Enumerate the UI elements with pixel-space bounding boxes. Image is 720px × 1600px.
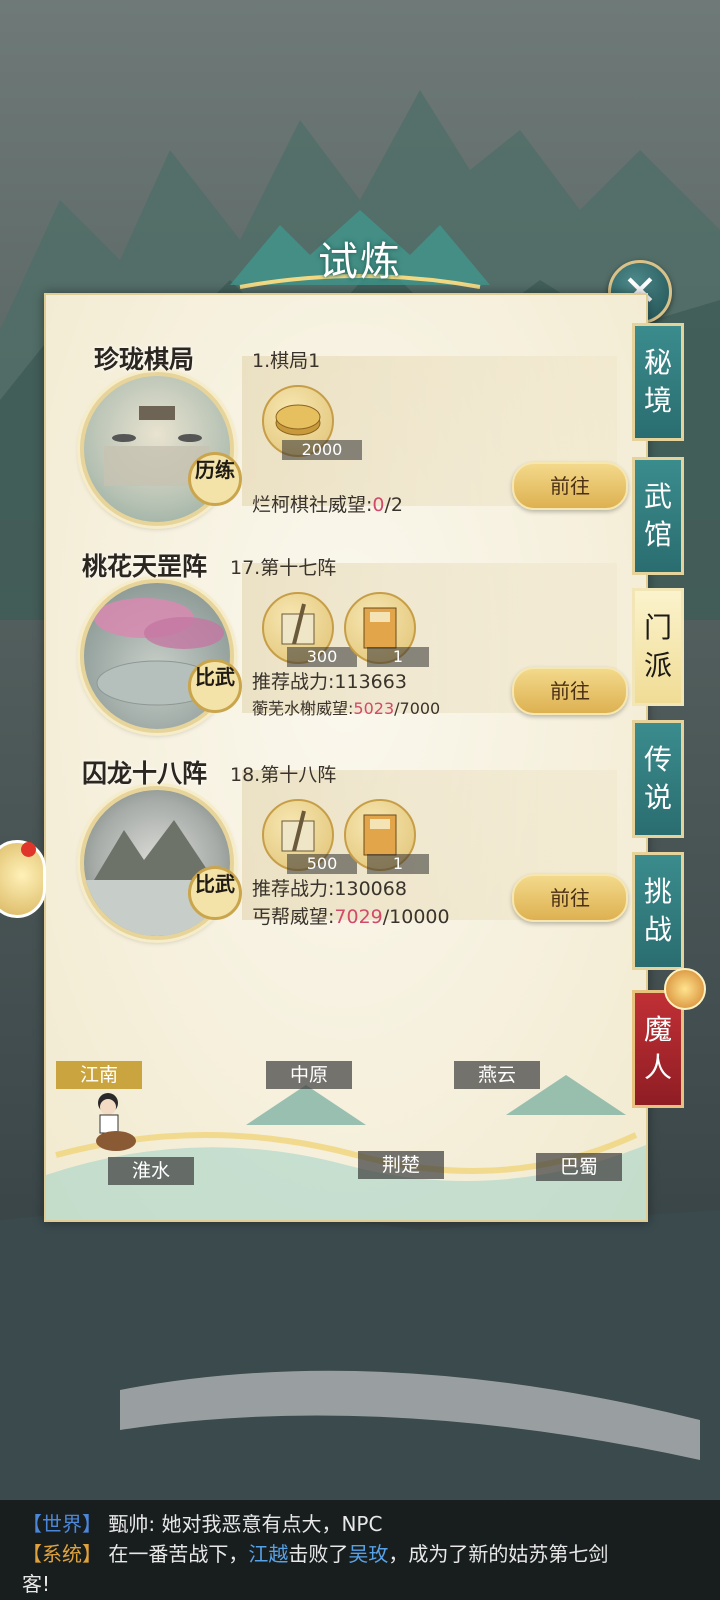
channel-tag-world: 【世界】 bbox=[22, 1512, 102, 1536]
chat-line-system: 【系统】 在一番苦战下，江越击败了吴玫，成为了新的姑苏第七剑 bbox=[22, 1538, 608, 1567]
recommended-power: 推荐战力:113663 bbox=[252, 671, 407, 693]
stage-card: 珍珑棋局 1.棋局1 历练 2000 烂柯棋社威望:0/2 前往 bbox=[72, 340, 632, 530]
trial-panel: 珍珑棋局 1.棋局1 历练 2000 烂柯棋社威望:0/2 前往 桃花天罡阵 1… bbox=[44, 293, 648, 1222]
player-avatar bbox=[96, 1093, 136, 1151]
page-title: 试炼 bbox=[318, 239, 402, 285]
reputation-current: 5023 bbox=[353, 699, 395, 718]
chat-line-continued: 客! bbox=[22, 1572, 51, 1596]
stage-card: 囚龙十八阵 18.第十八阵 比武 500 1 推荐战力:130068 丐帮威望:… bbox=[72, 754, 632, 944]
region-yanyun[interactable]: 燕云 bbox=[454, 1061, 541, 1089]
chat-bar[interactable]: 【世界】 甄帅: 她对我恶意有点大，NPC 【系统】 在一番苦战下，江越击败了吴… bbox=[0, 1500, 720, 1600]
region-jiangnan[interactable]: 江南 bbox=[56, 1061, 143, 1089]
player-name[interactable]: 吴玫 bbox=[348, 1542, 388, 1566]
region-huaishui[interactable]: 淮水 bbox=[108, 1157, 195, 1185]
reputation-total: /7000 bbox=[394, 699, 441, 718]
goto-button[interactable]: 前往 bbox=[512, 874, 628, 922]
reputation-line: 蘅芜水榭威望:5023/7000 bbox=[252, 695, 440, 719]
chat-message: 在一番苦战下， bbox=[102, 1542, 249, 1566]
seal-badge: 比武 bbox=[188, 659, 242, 713]
seal-badge: 历练 bbox=[188, 452, 242, 506]
chat-message: 甄帅: 她对我恶意有点大，NPC bbox=[102, 1512, 383, 1536]
stage-subtitle: 18.第十八阵 bbox=[230, 764, 337, 786]
chat-message: ，成为了新的姑苏第七剑 bbox=[388, 1542, 609, 1566]
reputation-label: 蘅芜水榭威望: bbox=[252, 699, 354, 718]
stage-subtitle: 1.棋局1 bbox=[252, 350, 321, 372]
goto-button[interactable]: 前往 bbox=[512, 667, 628, 715]
reputation-total: /2 bbox=[384, 494, 404, 516]
demon-face-icon bbox=[664, 968, 706, 1010]
reputation-line: 丐帮威望:7029/10000 bbox=[252, 902, 450, 929]
seal-badge: 比武 bbox=[188, 866, 242, 920]
tab-menpai[interactable]: 门派 bbox=[632, 588, 684, 706]
tab-tiaozhan[interactable]: 挑战 bbox=[632, 852, 684, 970]
item-quantity: 1 bbox=[367, 854, 429, 874]
tab-wuguan[interactable]: 武馆 bbox=[632, 457, 684, 575]
tab-mijing[interactable]: 秘境 bbox=[632, 323, 684, 441]
stage-subtitle: 17.第十七阵 bbox=[230, 557, 337, 579]
reputation-label: 烂柯棋社威望: bbox=[252, 494, 373, 516]
tab-chuanshuo[interactable]: 传说 bbox=[632, 720, 684, 838]
reputation-line: 烂柯棋社威望:0/2 bbox=[252, 490, 403, 517]
reputation-total: /10000 bbox=[382, 906, 450, 928]
chat-message: 击败了 bbox=[288, 1542, 349, 1566]
reputation-current: 0 bbox=[372, 494, 385, 516]
region-map: 江南 中原 燕云 淮水 荆楚 巴蜀 bbox=[46, 1055, 646, 1220]
region-jingchu[interactable]: 荆楚 bbox=[358, 1151, 445, 1179]
notification-dot bbox=[21, 842, 36, 857]
channel-tag-system: 【系统】 bbox=[22, 1542, 102, 1566]
region-zhongyuan[interactable]: 中原 bbox=[266, 1061, 353, 1089]
recommended-power: 推荐战力:130068 bbox=[252, 878, 407, 900]
reputation-current: 7029 bbox=[334, 906, 383, 928]
item-quantity: 2000 bbox=[282, 440, 362, 460]
stage-card: 桃花天罡阵 17.第十七阵 比武 300 1 推荐战力:113663 蘅芜水榭威… bbox=[72, 547, 632, 737]
player-name[interactable]: 江越 bbox=[248, 1542, 288, 1566]
chat-line-world: 【世界】 甄帅: 她对我恶意有点大，NPC bbox=[22, 1508, 382, 1537]
title-banner: 试炼 bbox=[220, 205, 500, 295]
stage-name: 桃花天罡阵 bbox=[82, 552, 208, 581]
item-quantity: 1 bbox=[367, 647, 429, 667]
stage-name: 囚龙十八阵 bbox=[82, 759, 208, 788]
region-bashu[interactable]: 巴蜀 bbox=[536, 1153, 623, 1181]
stage-name: 珍珑棋局 bbox=[94, 345, 195, 374]
goto-button[interactable]: 前往 bbox=[512, 462, 628, 510]
reputation-label: 丐帮威望: bbox=[252, 906, 335, 928]
